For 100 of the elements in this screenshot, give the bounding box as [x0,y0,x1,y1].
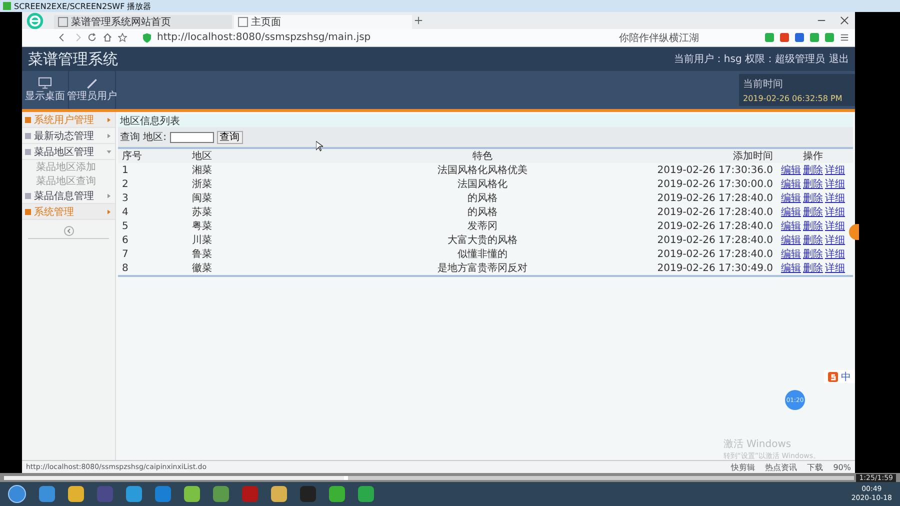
menu-item-icon [25,192,31,198]
cursor-icon [316,141,323,152]
search-button[interactable]: 查询 [216,130,243,144]
panel-title: 地区信息列表 [118,114,853,127]
menu-item-icon [25,132,31,138]
caret-icon [106,116,112,122]
action-link[interactable]: 编辑 [781,165,801,176]
action-link[interactable]: 删除 [803,165,823,176]
table-cell-text: 2019-02-26 17:28:40.0 [656,234,773,247]
table-cell: 是地方富贵蒂冈反对 [312,261,653,276]
table-cell-text: 川菜 [192,234,213,247]
ime-toolbar[interactable]: 中 [824,370,855,383]
column-header: 地区 [192,149,312,163]
search-field[interactable]: 你陪作伴纵横江湖 [619,30,759,44]
caret-icon [106,132,112,138]
table-cell: 湘菜 [192,163,312,177]
table-cell-text: 发蒂冈 [466,220,498,233]
collapse-icon[interactable] [64,226,74,236]
star-icon[interactable] [118,33,127,42]
action-link[interactable]: 删除 [803,249,823,260]
action-link[interactable]: 详细 [825,221,845,232]
action-link[interactable]: 编辑 [781,179,801,190]
close-icon[interactable] [840,16,849,25]
action-link[interactable]: 删除 [803,235,823,246]
table-cell-text: 2019-02-26 17:30:00.0 [656,178,773,191]
action-link[interactable]: 编辑 [781,249,801,260]
clock-value: 2019-02-26 06:32:58 PM [743,94,844,103]
column-header: 特色 [312,149,653,163]
url-field[interactable]: http://localhost:8080/ssmspzshsg/main.jsp [157,32,613,43]
table-cell: 2 [118,177,192,191]
logout-link[interactable]: 退出 [829,52,849,66]
table-cell-text: 粤菜 [192,220,213,233]
table-cell-text: 2019-02-26 17:28:40.0 [656,206,773,219]
table-cell-text: 的风格 [466,192,498,205]
table-cell-text: 2019-02-26 17:28:40.0 [656,220,773,233]
toolbar-button[interactable]: 显示桌面 [22,71,69,109]
table-cell-text: 法国风格化 [456,178,508,191]
status-item[interactable]: 热点资讯 [765,462,798,472]
table-cell: 7 [118,247,192,261]
table-cell-text: 苏菜 [192,206,213,219]
table-cell: 5 [118,219,192,233]
home-icon[interactable] [103,33,112,42]
action-link[interactable]: 删除 [803,263,823,274]
action-link[interactable]: 详细 [825,179,845,190]
action-link[interactable]: 详细 [825,249,845,260]
table-cell: 2019-02-26 17:30:49.0 [653,261,773,276]
action-link[interactable]: 详细 [825,193,845,204]
action-link[interactable]: 详细 [825,165,845,176]
menu-item-icon [25,148,31,154]
caret-icon [106,148,112,154]
table-cell-text: 的风格 [466,206,498,219]
monitor-icon [38,77,52,89]
action-link[interactable]: 编辑 [781,221,801,232]
action-link[interactable]: 编辑 [781,263,801,274]
action-link[interactable]: 编辑 [781,207,801,218]
action-link[interactable]: 编辑 [781,193,801,204]
menu-item-icon [25,208,31,214]
table-cell-text: 鲁菜 [192,248,213,261]
menu-item-icon [25,116,31,122]
status-item[interactable]: 90% [833,462,851,472]
region-input[interactable] [170,132,214,142]
table-cell: 4 [118,205,192,219]
caret-icon [106,208,112,214]
table-cell-text: 2019-02-26 17:28:40.0 [656,248,773,261]
player-logo-icon [3,2,11,10]
table-cell: 2019-02-26 17:30:36.0 [653,163,773,177]
action-link[interactable]: 详细 [825,263,845,274]
caret-icon [106,192,112,198]
user-info: 当前用户：hsg 权限：超级管理员 [674,52,825,66]
sidebar-item[interactable]: 菜品地区管理 [22,144,115,160]
new-tab-icon[interactable] [414,16,423,25]
player-title: SCREEN2EXE/SCREEN2SWF 播放器 [14,0,152,12]
toolbar-button[interactable]: 管理员用户 [69,71,116,109]
menu-icon[interactable] [840,33,849,42]
action-link[interactable]: 详细 [825,235,845,246]
action-link[interactable]: 详细 [825,207,845,218]
action-link[interactable]: 编辑 [781,235,801,246]
table-cell: 法国风格化风格优美 [312,163,653,177]
status-item[interactable]: 下载 [807,462,824,472]
action-link[interactable]: 删除 [803,207,823,218]
pencil-icon [85,77,99,89]
ime-logo-icon [828,372,838,382]
app-title: 菜谱管理系统 [28,50,118,68]
table-cell: 徽菜 [192,261,312,276]
table-cell-text: 闽菜 [192,192,213,205]
start-icon[interactable] [8,485,26,503]
status-item[interactable]: 快剪辑 [731,462,756,472]
action-link[interactable]: 删除 [803,179,823,190]
column-header: 添加时间 [653,149,773,163]
action-link[interactable]: 删除 [803,193,823,204]
float-tab[interactable] [849,224,859,240]
table-cell-text: 似懂非懂的 [456,248,508,261]
reload-icon[interactable] [88,33,97,42]
table-cell-text: 大富大贵的风格 [446,234,518,247]
browser-tab[interactable]: 菜谱管理系统网站首页 [54,15,232,29]
action-link[interactable]: 删除 [803,221,823,232]
table-cell: 8 [118,261,192,276]
sidebar-item[interactable]: 最新动态管理 [22,128,115,144]
search-label: 查询 地区: [120,130,167,144]
browser-tab[interactable]: 主页面 [234,15,412,29]
